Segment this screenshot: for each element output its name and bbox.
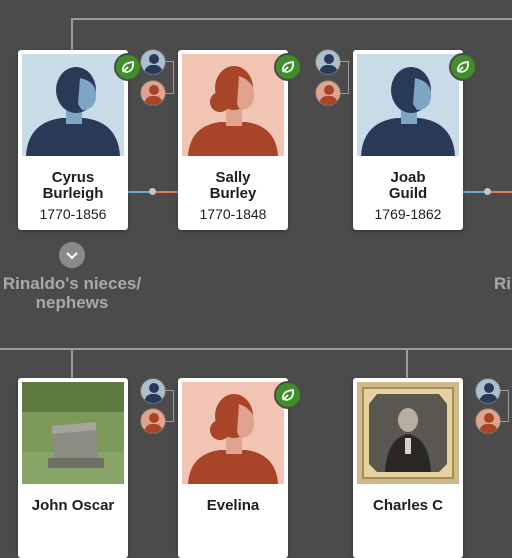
person-lifespan: 1770-1848 — [199, 206, 267, 222]
portrait-photo — [357, 382, 459, 484]
bottom-connector-drop-2 — [406, 348, 408, 378]
leaf-hint-icon[interactable] — [274, 381, 302, 409]
person-card-evelina[interactable]: Evelina — [178, 378, 302, 558]
father-avatar-icon[interactable] — [140, 378, 166, 404]
leaf-hint-icon[interactable] — [449, 53, 477, 81]
expand-nieces-nephews-button[interactable] — [59, 242, 85, 268]
parents-bracket — [165, 61, 174, 94]
parents-bracket — [165, 390, 174, 422]
group-label-partial[interactable]: Ri — [494, 274, 512, 293]
father-avatar-icon[interactable] — [315, 49, 341, 75]
male-avatar-icon — [357, 54, 459, 156]
mother-avatar-icon[interactable] — [315, 80, 341, 106]
leaf-hint-icon[interactable] — [114, 53, 142, 81]
person-card-charles[interactable]: Charles C — [353, 378, 463, 558]
father-avatar-icon[interactable] — [475, 378, 501, 404]
person-lifespan: 1770-1856 — [39, 206, 107, 222]
female-avatar-icon — [182, 382, 284, 484]
person-card-cyrus[interactable]: Cyrus Burleigh 1770-1856 — [18, 50, 142, 230]
bottom-connector-drop-1 — [71, 348, 73, 378]
mother-avatar-icon[interactable] — [140, 80, 166, 106]
group-label-nieces-nephews[interactable]: Rinaldo's nieces/ nephews — [0, 274, 152, 312]
mother-avatar-icon[interactable] — [140, 408, 166, 434]
person-name: Sally Burley — [209, 169, 257, 202]
female-avatar-icon — [182, 54, 284, 156]
bottom-connector-horizontal — [0, 348, 512, 350]
parents-bracket — [340, 61, 349, 94]
mother-avatar-icon[interactable] — [475, 408, 501, 434]
person-name: Cyrus Burleigh — [42, 169, 104, 202]
spouse-connector-dot — [149, 188, 156, 195]
spouse-connector-dot — [484, 188, 491, 195]
top-connector-drop — [71, 18, 73, 50]
father-avatar-icon[interactable] — [140, 49, 166, 75]
top-connector-horizontal — [71, 18, 512, 20]
male-avatar-icon — [22, 54, 124, 156]
person-card-sally[interactable]: Sally Burley 1770-1848 — [178, 50, 302, 230]
parents-bracket — [500, 390, 509, 422]
person-name: Joab Guild — [388, 169, 428, 202]
person-lifespan: 1769-1862 — [374, 206, 442, 222]
person-card-joab[interactable]: Joab Guild 1769-1862 — [353, 50, 477, 230]
person-card-john-oscar[interactable]: John Oscar — [18, 378, 128, 558]
leaf-hint-icon[interactable] — [274, 53, 302, 81]
chevron-down-icon — [66, 252, 78, 260]
gravestone-photo — [22, 382, 124, 484]
